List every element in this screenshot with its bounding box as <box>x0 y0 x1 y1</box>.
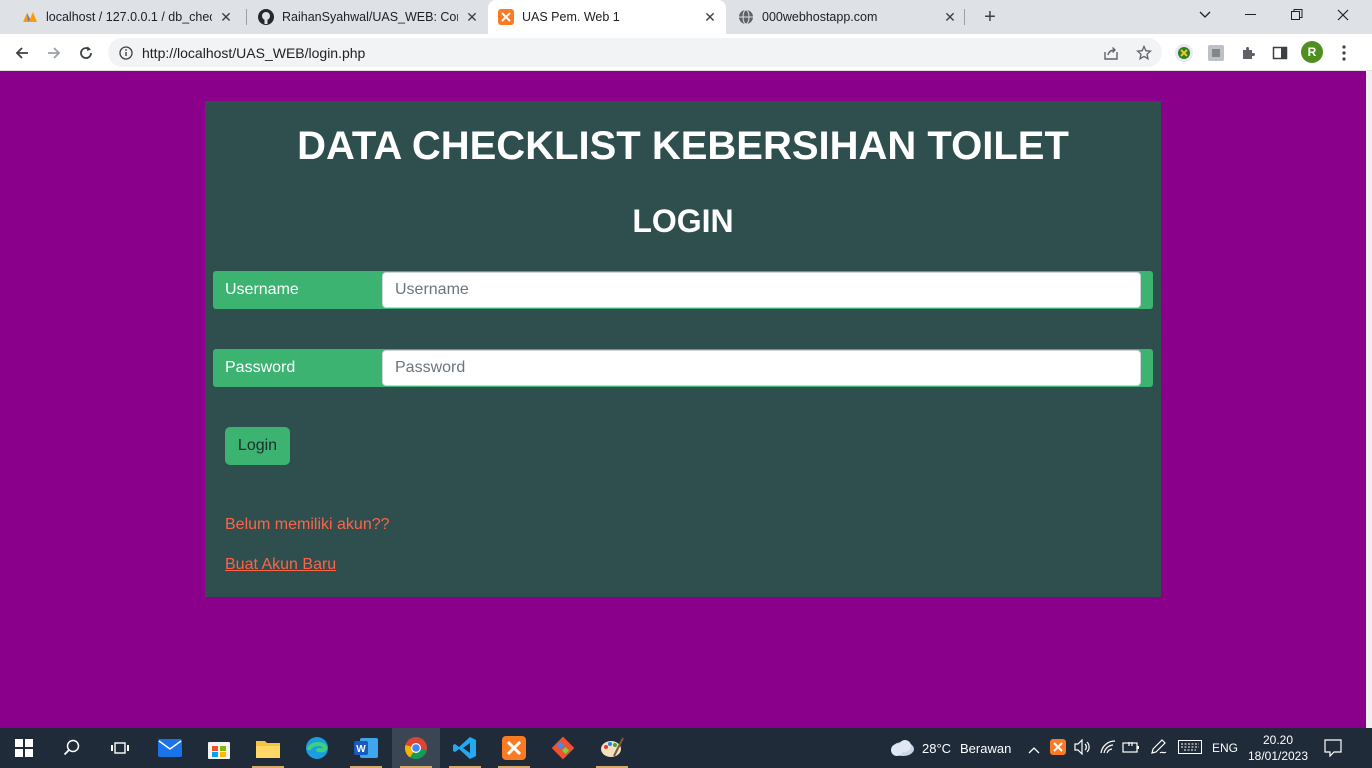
no-account-text: Belum memiliki akun?? <box>225 516 390 533</box>
chevron-up-icon[interactable] <box>1028 741 1040 759</box>
tab-search-chevron-icon[interactable] <box>1182 0 1228 30</box>
tab-bar: localhost / 127.0.0.1 / db_checklis ✕ Ra… <box>0 0 1372 34</box>
username-label: Username <box>225 281 299 298</box>
back-button[interactable] <box>9 40 35 66</box>
share-icon[interactable] <box>1098 40 1124 66</box>
new-tab-button[interactable]: + <box>978 5 1002 29</box>
more-menu-icon[interactable] <box>1331 40 1357 66</box>
username-group: Username <box>213 271 1153 309</box>
password-label: Password <box>225 359 296 376</box>
file-explorer-icon[interactable] <box>244 728 292 768</box>
side-panel-icon[interactable] <box>1267 40 1293 66</box>
close-icon[interactable]: ✕ <box>464 9 480 25</box>
tab-divider <box>964 9 965 25</box>
page-scrollbar[interactable] <box>1366 71 1372 728</box>
password-group: Password <box>213 349 1153 387</box>
close-icon[interactable]: ✕ <box>218 9 234 25</box>
clock-time: 20.20 <box>1262 733 1294 747</box>
search-icon[interactable] <box>48 728 96 768</box>
mail-icon[interactable] <box>146 728 194 768</box>
wifi-icon[interactable] <box>1100 740 1116 759</box>
idm-extension-icon[interactable] <box>1171 40 1197 66</box>
xampp-icon <box>498 9 514 25</box>
url-text: http://localhost/UAS_WEB/login.php <box>142 44 366 61</box>
cloud-icon[interactable] <box>888 738 916 763</box>
extension-puzzle-grey-icon[interactable] <box>1203 40 1229 66</box>
username-input[interactable] <box>382 272 1141 308</box>
close-icon[interactable]: ✕ <box>942 9 958 25</box>
login-button[interactable]: Login <box>225 427 290 465</box>
reload-button[interactable] <box>73 40 99 66</box>
store-icon[interactable] <box>195 728 243 768</box>
tab-divider <box>246 9 247 25</box>
chrome-icon[interactable] <box>392 728 440 768</box>
svg-text:W: W <box>356 744 366 755</box>
tab-title: 000webhostapp.com <box>762 10 878 24</box>
language-indicator[interactable]: ENG <box>1212 741 1238 755</box>
close-icon[interactable]: ✕ <box>702 9 718 25</box>
vscode-icon[interactable] <box>441 728 489 768</box>
speaker-icon[interactable] <box>1074 738 1092 760</box>
taskbar-clock[interactable]: 20.20 18/01/2023 <box>1247 732 1309 764</box>
task-view-icon[interactable] <box>96 728 144 768</box>
xampp-taskbar-icon[interactable] <box>490 728 538 768</box>
paint-icon[interactable] <box>588 728 636 768</box>
browser-toolbar: http://localhost/UAS_WEB/login.php <box>0 34 1372 71</box>
windows-start-icon[interactable] <box>0 728 48 768</box>
keyboard-icon[interactable] <box>1178 740 1202 759</box>
tab-title: UAS Pem. Web 1 <box>522 10 620 24</box>
register-link[interactable]: Buat Akun Baru <box>225 556 336 574</box>
tab-github[interactable]: RaihanSyahwal/UAS_WEB: Comin ✕ <box>250 0 486 34</box>
battery-icon[interactable] <box>1122 740 1140 759</box>
profile-avatar[interactable]: R <box>1301 41 1323 63</box>
pen-icon[interactable] <box>1150 739 1168 760</box>
clock-date: 18/01/2023 <box>1247 749 1309 763</box>
weather-text: Berawan <box>960 741 1012 756</box>
password-input[interactable] <box>382 350 1141 386</box>
phpmyadmin-icon <box>22 9 38 25</box>
extensions-icon[interactable] <box>1235 40 1261 66</box>
git-icon[interactable] <box>539 728 587 768</box>
restore-button[interactable] <box>1274 0 1320 30</box>
close-window-button[interactable] <box>1320 0 1366 30</box>
tab-title: localhost / 127.0.0.1 / db_checklis <box>46 10 212 24</box>
globe-icon <box>738 9 754 25</box>
word-icon[interactable]: W <box>342 728 390 768</box>
tab-000webhost[interactable]: 000webhostapp.com ✕ <box>728 0 964 34</box>
tab-uas-pem-web[interactable]: UAS Pem. Web 1 ✕ <box>488 0 726 34</box>
notification-icon[interactable] <box>1324 739 1342 762</box>
minimize-button[interactable] <box>1228 0 1274 30</box>
github-icon <box>258 9 274 25</box>
tab-phpmyadmin[interactable]: localhost / 127.0.0.1 / db_checklis ✕ <box>12 0 240 34</box>
page-title: DATA CHECKLIST KEBERSIHAN TOILET <box>297 124 1069 168</box>
address-bar[interactable]: http://localhost/UAS_WEB/login.php <box>108 38 1162 67</box>
login-heading: LOGIN <box>632 203 734 239</box>
tab-title: RaihanSyahwal/UAS_WEB: Comin <box>282 10 458 24</box>
edge-icon[interactable] <box>293 728 341 768</box>
weather-temp: 28°C <box>922 741 952 756</box>
bookmark-star-icon[interactable] <box>1131 40 1157 66</box>
site-info-icon[interactable] <box>118 45 134 61</box>
xampp-tray-icon[interactable] <box>1050 739 1066 760</box>
forward-button[interactable] <box>41 40 67 66</box>
windows-taskbar: W 28°C Berawan ENG <box>0 728 1372 768</box>
